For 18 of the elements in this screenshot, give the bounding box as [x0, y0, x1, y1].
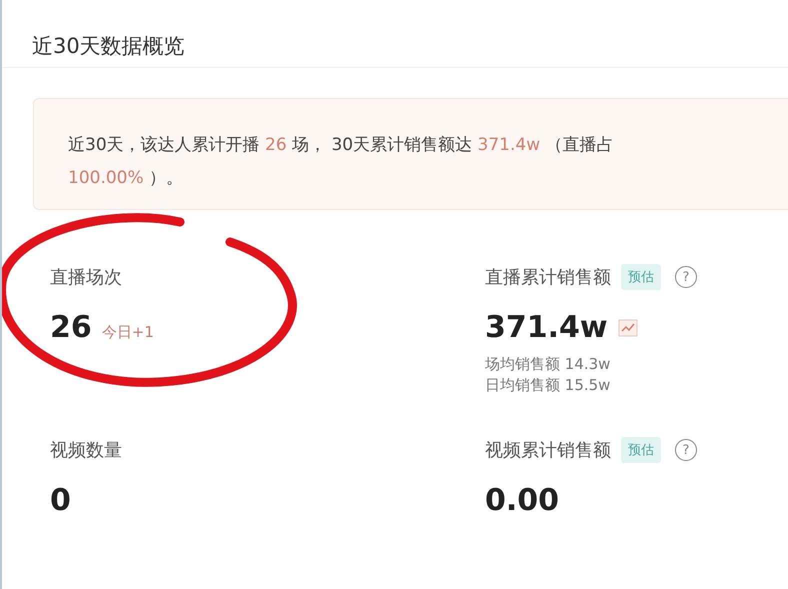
today-change: 今日+1 [102, 323, 154, 342]
metric-value: 26 [50, 310, 92, 345]
detail-text: 场均销售额 14.3w [485, 355, 612, 374]
help-icon[interactable]: ? [675, 439, 697, 461]
trend-chart-icon[interactable] [618, 318, 638, 336]
metric-label: 直播场次 [50, 266, 122, 289]
summary-text: 近30天，该达人累计开播 26 场， 30天累计销售额达 371.4w （直播占 100.00% ）。 [68, 134, 615, 190]
help-icon[interactable]: ? [675, 266, 697, 288]
metric-label: 直播累计销售额 [485, 266, 611, 289]
metric-value: 0 [50, 483, 71, 518]
metric-label: 视频累计销售额 [485, 439, 611, 462]
estimate-tag: 预估 [621, 437, 661, 463]
metric-value: 0.00 [485, 483, 560, 518]
section-title: 近30天数据概览 [2, 0, 788, 68]
metric-value: 371.4w [485, 310, 608, 345]
detail-text: 日均销售额 15.5w [485, 376, 612, 395]
metric-label: 视频数量 [50, 439, 122, 462]
estimate-tag: 预估 [621, 264, 661, 290]
